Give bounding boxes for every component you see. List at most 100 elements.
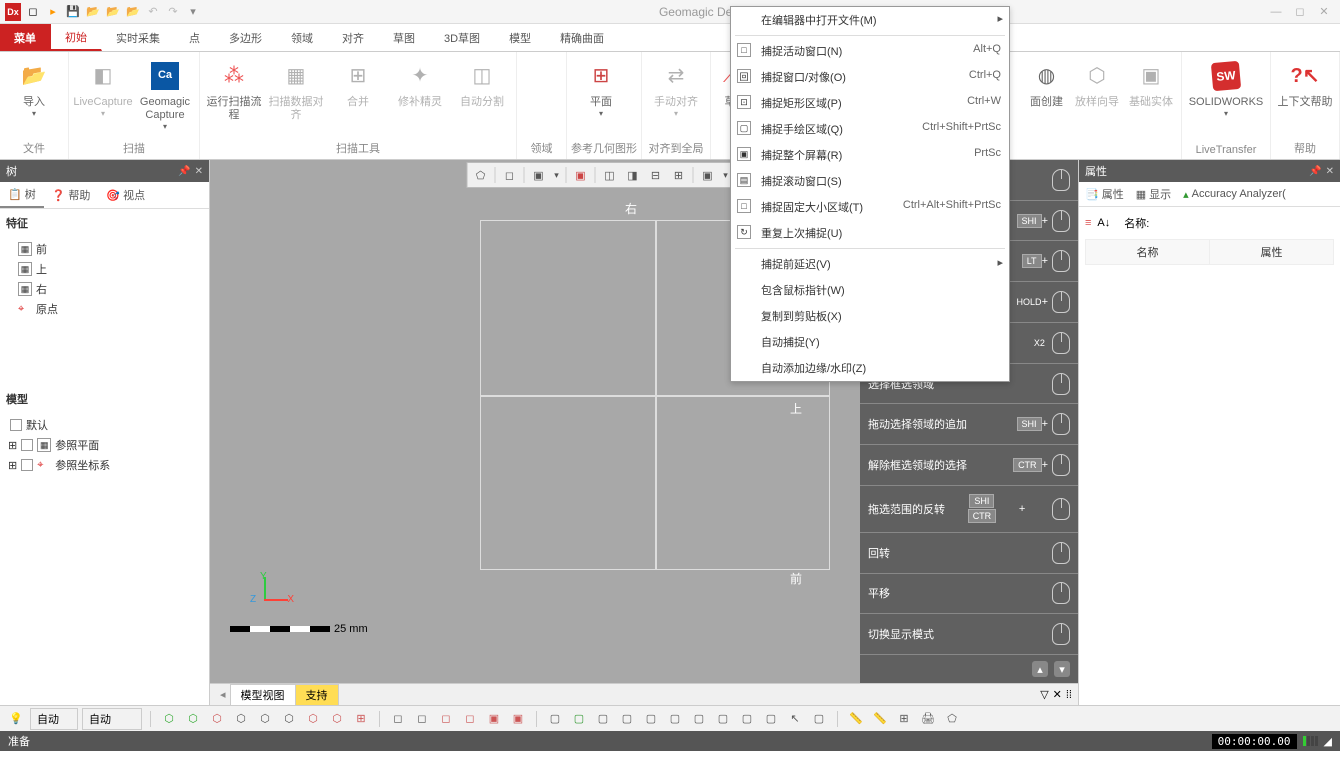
context-help-button[interactable]: ?↖上下文帮助 bbox=[1275, 58, 1335, 111]
tab-modelview[interactable]: 模型视图 bbox=[230, 684, 295, 706]
m-icon[interactable]: 📏 bbox=[846, 709, 866, 729]
tab-3dsketch[interactable]: 3D草图 bbox=[430, 24, 495, 51]
solidworks-button[interactable]: SWSOLIDWORKS▾ bbox=[1186, 58, 1266, 121]
m-icon[interactable]: ▢ bbox=[569, 709, 589, 729]
tree-row-refcsys[interactable]: ⊞⌖参照坐标系 bbox=[6, 455, 203, 475]
cm-capture-fixed[interactable]: □捕捉固定大小区域(T)Ctrl+Alt+Shift+PrtSc bbox=[731, 194, 1009, 220]
mode-select1[interactable]: 自动 bbox=[30, 708, 78, 730]
auto-split-button[interactable]: ◫自动分割 bbox=[452, 58, 512, 111]
qat-folder1-icon[interactable]: 📂 bbox=[84, 3, 102, 21]
app-icon[interactable]: Dx bbox=[4, 3, 22, 21]
scan-flow-button[interactable]: ⁂运行扫描流程 bbox=[204, 58, 264, 124]
m-icon[interactable]: ⬡ bbox=[279, 709, 299, 729]
m-icon[interactable]: ⬡ bbox=[183, 709, 203, 729]
tree-row-front[interactable]: ▦前 bbox=[6, 239, 203, 259]
tree-row-origin[interactable]: ⌖原点 bbox=[6, 299, 203, 319]
qat-undo-icon[interactable]: ↶ bbox=[144, 3, 162, 21]
bulb-icon[interactable]: 💡 bbox=[6, 709, 26, 729]
m-icon[interactable]: ◻ bbox=[436, 709, 456, 729]
m-icon[interactable]: ▢ bbox=[665, 709, 685, 729]
m-icon[interactable]: ▢ bbox=[737, 709, 757, 729]
tab-exactsurface[interactable]: 精确曲面 bbox=[546, 24, 619, 51]
m-icon[interactable]: ◻ bbox=[388, 709, 408, 729]
cm-capture-window[interactable]: 回捕捉窗口/对像(O)Ctrl+Q bbox=[731, 64, 1009, 90]
tab-align[interactable]: 对齐 bbox=[328, 24, 379, 51]
mode-select2[interactable]: 自动 bbox=[82, 708, 142, 730]
plane-button[interactable]: ⊞平面▾ bbox=[571, 58, 631, 121]
tree-row-default[interactable]: 默认 bbox=[6, 415, 203, 435]
tree-tab-viewpoint[interactable]: 🎯视点 bbox=[98, 182, 153, 208]
tree-row-top[interactable]: ▦上 bbox=[6, 259, 203, 279]
pin-icon[interactable]: 📌 bbox=[1309, 166, 1321, 177]
m-icon[interactable]: ⬡ bbox=[231, 709, 251, 729]
vp-v4-icon[interactable]: ⊞ bbox=[668, 165, 690, 185]
tab-region[interactable]: 领域 bbox=[277, 24, 328, 51]
tree-tab-help[interactable]: ❓帮助 bbox=[44, 182, 99, 208]
cm-repeat-last[interactable]: ↻重复上次捕捉(U) bbox=[731, 220, 1009, 246]
close-icon[interactable]: ✕ bbox=[1053, 688, 1062, 701]
tab-initial[interactable]: 初始 bbox=[51, 24, 102, 51]
vp-v2-icon[interactable]: ◨ bbox=[622, 165, 644, 185]
m-icon[interactable]: ⊞ bbox=[351, 709, 371, 729]
cm-capture-active[interactable]: □捕捉活动窗口(N)Alt+Q bbox=[731, 38, 1009, 64]
m-icon[interactable]: ↖ bbox=[785, 709, 805, 729]
tab-polygon[interactable]: 多边形 bbox=[215, 24, 277, 51]
expand-icon[interactable]: ⊞ bbox=[8, 459, 17, 472]
vp-box-icon[interactable]: ◻ bbox=[499, 165, 521, 185]
repair-wizard-button[interactable]: ✦修补精灵 bbox=[390, 58, 450, 111]
m-icon[interactable]: ▢ bbox=[617, 709, 637, 729]
tree-row-refplane[interactable]: ⊞▦参照平面 bbox=[6, 435, 203, 455]
m-icon[interactable]: ▣ bbox=[484, 709, 504, 729]
vp-cube-icon[interactable]: ▣ bbox=[528, 165, 550, 185]
grip-icon[interactable]: ⁞⁞ bbox=[1066, 689, 1072, 701]
cm-auto-capture[interactable]: 自动捕捉(Y) bbox=[731, 329, 1009, 355]
close-button[interactable]: ✕ bbox=[1312, 3, 1336, 21]
expand-icon[interactable]: ⊞ bbox=[8, 439, 17, 452]
pin-icon[interactable]: 📌 bbox=[178, 166, 190, 177]
import-button[interactable]: 📂导入▾ bbox=[4, 58, 64, 121]
m-icon[interactable]: 📏 bbox=[870, 709, 890, 729]
cm-capture-fullscreen[interactable]: ▣捕捉整个屏幕(R)PrtSc bbox=[731, 142, 1009, 168]
qat-open-icon[interactable]: ▸ bbox=[44, 3, 62, 21]
m-icon[interactable]: ▢ bbox=[713, 709, 733, 729]
qat-new-icon[interactable]: ◻ bbox=[24, 3, 42, 21]
tab-support[interactable]: 支持 bbox=[295, 684, 339, 706]
m-icon[interactable]: ⊞ bbox=[894, 709, 914, 729]
scroll-up-icon[interactable]: ▴ bbox=[1032, 661, 1048, 677]
tab-menu[interactable]: 菜单 bbox=[0, 24, 51, 51]
m-icon[interactable]: ◻ bbox=[460, 709, 480, 729]
m-icon[interactable]: ▢ bbox=[761, 709, 781, 729]
m-icon[interactable]: ▢ bbox=[809, 709, 829, 729]
vp-v5-icon[interactable]: ▣ bbox=[697, 165, 719, 185]
props-tab-accuracy[interactable]: ▴Accuracy Analyzer( bbox=[1177, 182, 1292, 206]
m-icon[interactable]: ⬠ bbox=[942, 709, 962, 729]
tab-points[interactable]: 点 bbox=[175, 24, 215, 51]
m-icon[interactable]: ▢ bbox=[641, 709, 661, 729]
m-icon[interactable]: 🖨 bbox=[918, 709, 938, 729]
resize-grip-icon[interactable]: ◢ bbox=[1324, 735, 1332, 748]
az-icon[interactable]: A↓ bbox=[1097, 217, 1110, 229]
props-tab-display[interactable]: ▦显示 bbox=[1130, 182, 1177, 206]
merge-button[interactable]: ⊞合并 bbox=[328, 58, 388, 111]
tree-tab-tree[interactable]: 📋树 bbox=[0, 182, 44, 208]
face-create-button[interactable]: ◍面创建 bbox=[1024, 58, 1069, 111]
cm-capture-scroll[interactable]: ▤捕捉滚动窗口(S) bbox=[731, 168, 1009, 194]
qat-save-icon[interactable]: 💾 bbox=[64, 3, 82, 21]
cm-copy-clipboard[interactable]: 复制到剪贴板(X) bbox=[731, 303, 1009, 329]
m-icon[interactable]: ▢ bbox=[689, 709, 709, 729]
cm-open-in-editor[interactable]: 在编辑器中打开文件(M)▸ bbox=[731, 7, 1009, 33]
tab-livecapture[interactable]: 实时采集 bbox=[102, 24, 175, 51]
props-tab-properties[interactable]: 📑属性 bbox=[1079, 182, 1130, 206]
maximize-button[interactable]: ◻ bbox=[1288, 3, 1312, 21]
scroll-down-icon[interactable]: ▾ bbox=[1054, 661, 1070, 677]
cm-delay[interactable]: 捕捉前延迟(V)▸ bbox=[731, 251, 1009, 277]
close-icon[interactable]: ✕ bbox=[1326, 166, 1334, 177]
checkbox-icon[interactable] bbox=[21, 459, 33, 471]
qat-folder2-icon[interactable]: 📂 bbox=[104, 3, 122, 21]
cm-capture-rect[interactable]: ⊡捕捉矩形区域(P)Ctrl+W bbox=[731, 90, 1009, 116]
m-icon[interactable]: ▢ bbox=[545, 709, 565, 729]
m-icon[interactable]: ⬡ bbox=[255, 709, 275, 729]
cm-include-cursor[interactable]: 包含鼠标指针(W) bbox=[731, 277, 1009, 303]
tree-row-right[interactable]: ▦右 bbox=[6, 279, 203, 299]
m-icon[interactable]: ⬡ bbox=[303, 709, 323, 729]
